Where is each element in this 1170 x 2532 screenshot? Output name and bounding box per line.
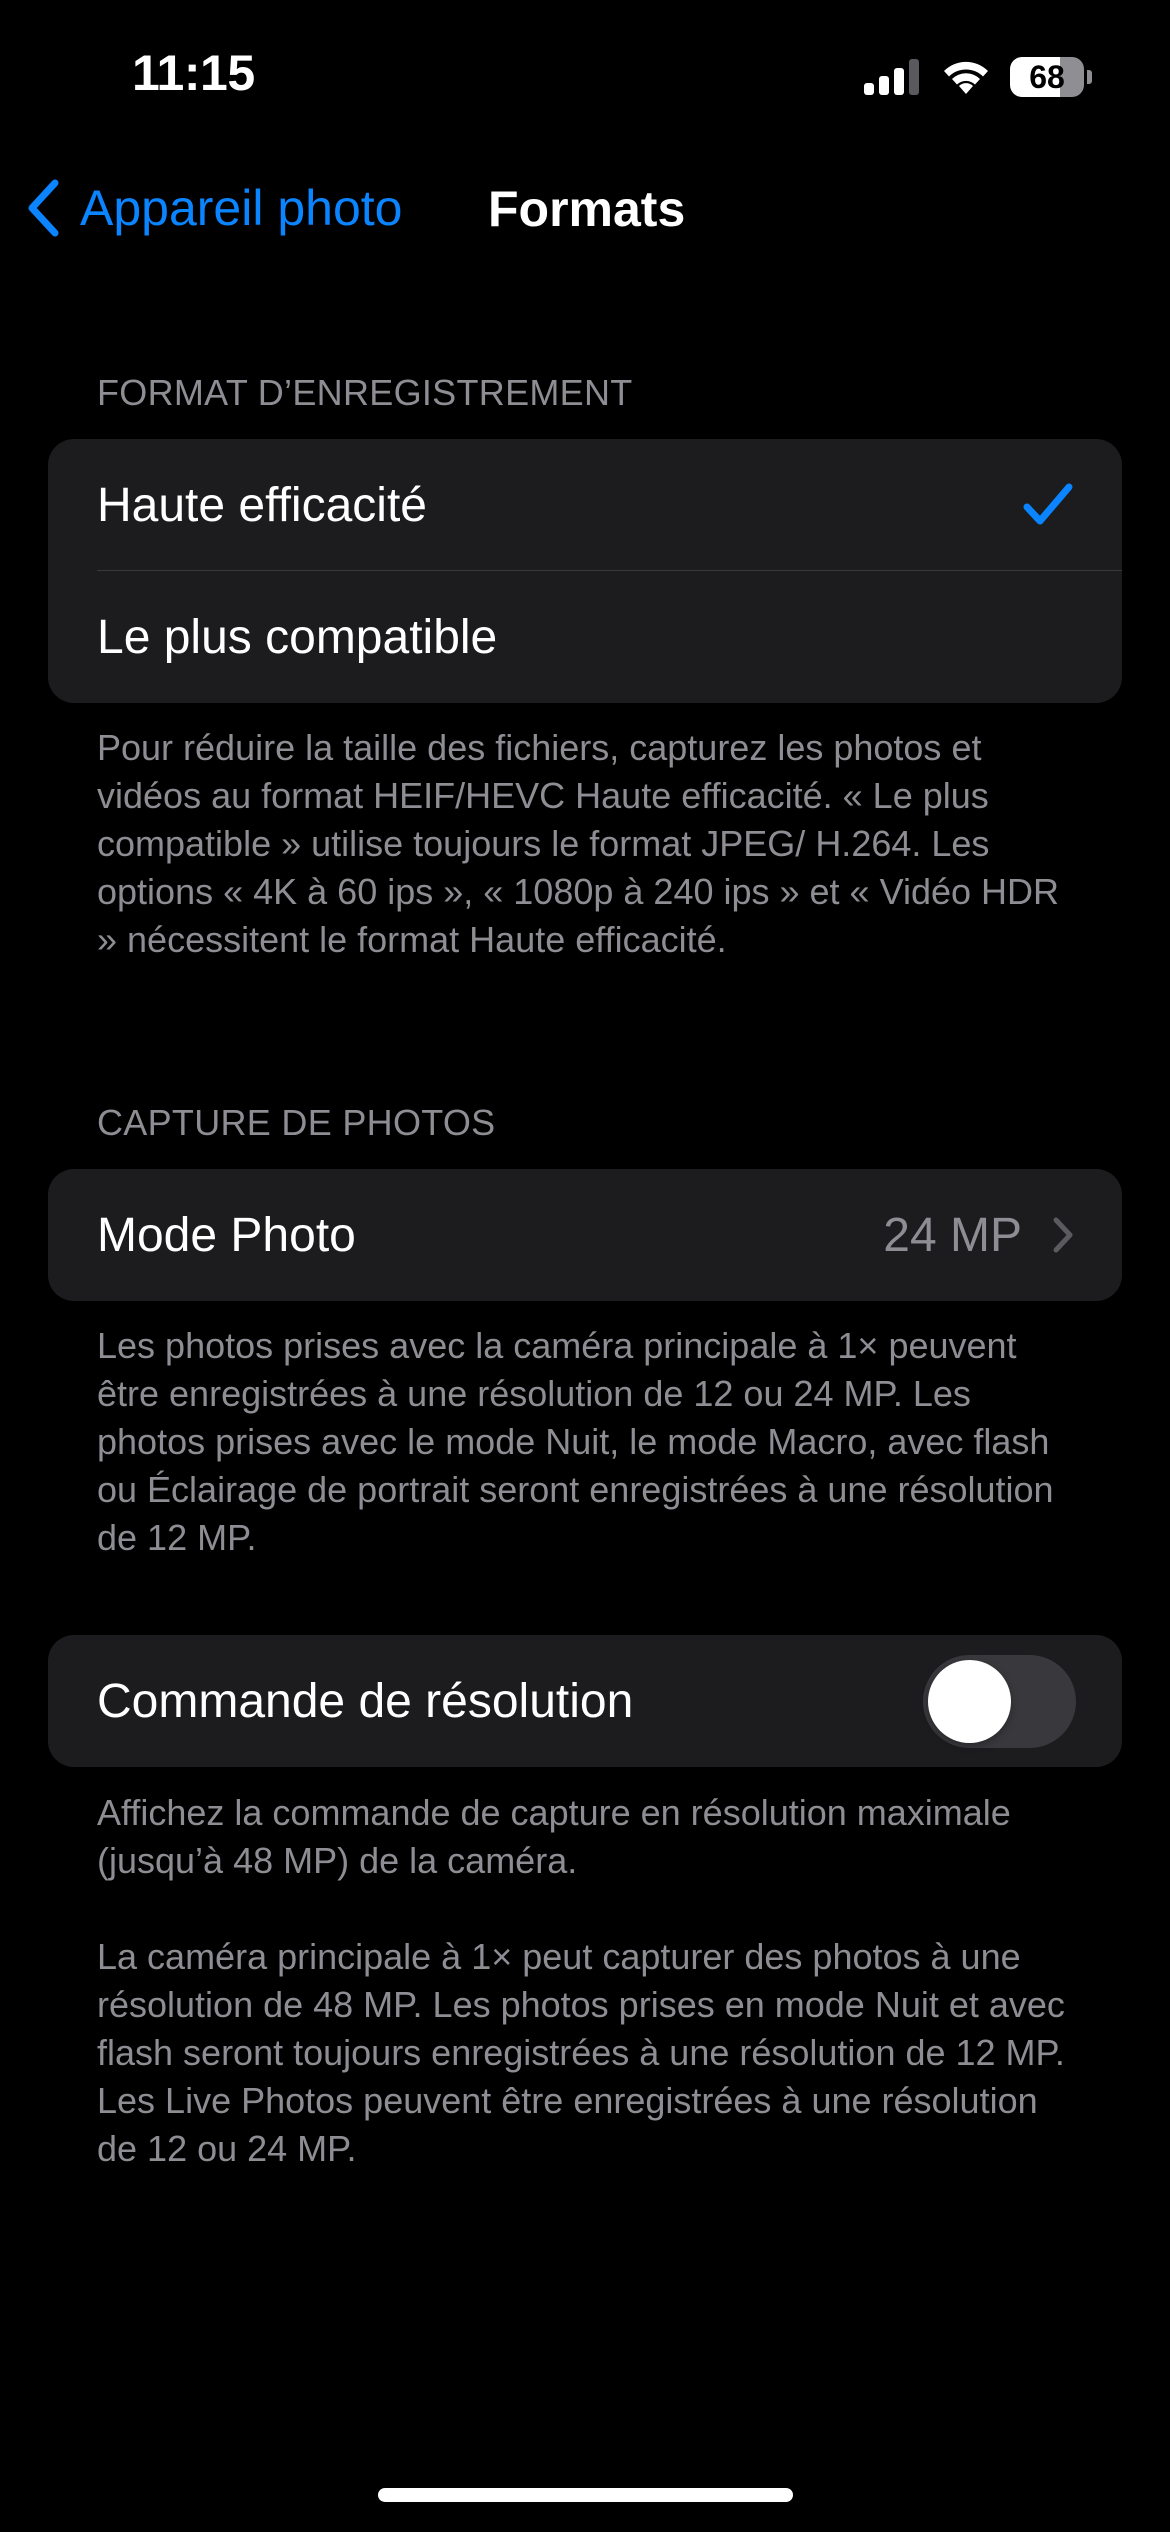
cellular-signal-icon (864, 59, 919, 95)
nav-bar: Appareil photo Formats (0, 160, 1170, 260)
photo-mode-value: 24 MP (883, 1208, 1022, 1262)
section-header-capture: CAPTURE DE PHOTOS (97, 1102, 496, 1143)
resolution-control-row: Commande de résolution (48, 1635, 1122, 1767)
chevron-right-icon (1053, 1217, 1073, 1253)
resolution-control-label: Commande de résolution (97, 1674, 634, 1728)
battery-cap (1087, 70, 1092, 84)
capture-group: Mode Photo 24 MP (48, 1169, 1122, 1301)
format-option-high-efficiency[interactable]: Haute efficacité (48, 439, 1122, 571)
format-footer-text: Pour réduire la taille des fichiers, cap… (97, 727, 1059, 960)
capture-footer-text: Les photos prises avec la caméra princip… (97, 1325, 1054, 1558)
format-option-label: Haute efficacité (97, 478, 427, 532)
format-option-label: Le plus compatible (97, 610, 498, 664)
battery-level: 68 (1029, 58, 1065, 95)
resolution-footer-text-1: Affichez la commande de capture en résol… (97, 1792, 1011, 1881)
section-header-format: FORMAT D’ENREGISTREMENT (97, 372, 633, 413)
format-option-most-compatible[interactable]: Le plus compatible (48, 571, 1122, 703)
status-bar: 11:15 68 (0, 0, 1170, 150)
resolution-group: Commande de résolution (48, 1635, 1122, 1767)
battery-body: 68 (1010, 57, 1084, 97)
back-label: Appareil photo (80, 180, 403, 236)
page-title: Formats (488, 181, 686, 237)
toggle-knob (928, 1659, 1011, 1743)
resolution-footer-text-2: La caméra principale à 1× peut capturer … (97, 1936, 1065, 2169)
resolution-control-toggle[interactable] (923, 1654, 1076, 1748)
photo-mode-row[interactable]: Mode Photo 24 MP (48, 1169, 1122, 1301)
home-indicator[interactable] (378, 2488, 793, 2502)
wifi-icon (944, 61, 988, 94)
status-time: 11:15 (132, 45, 255, 101)
checkmark-icon (1023, 483, 1073, 525)
photo-mode-label: Mode Photo (97, 1208, 356, 1262)
status-icons: 68 (864, 54, 1092, 100)
format-group: Haute efficacité Le plus compatible (48, 439, 1122, 703)
battery-icon: 68 (1010, 57, 1092, 97)
back-button[interactable]: Appareil photo (26, 178, 402, 238)
chevron-left-icon (28, 179, 59, 237)
